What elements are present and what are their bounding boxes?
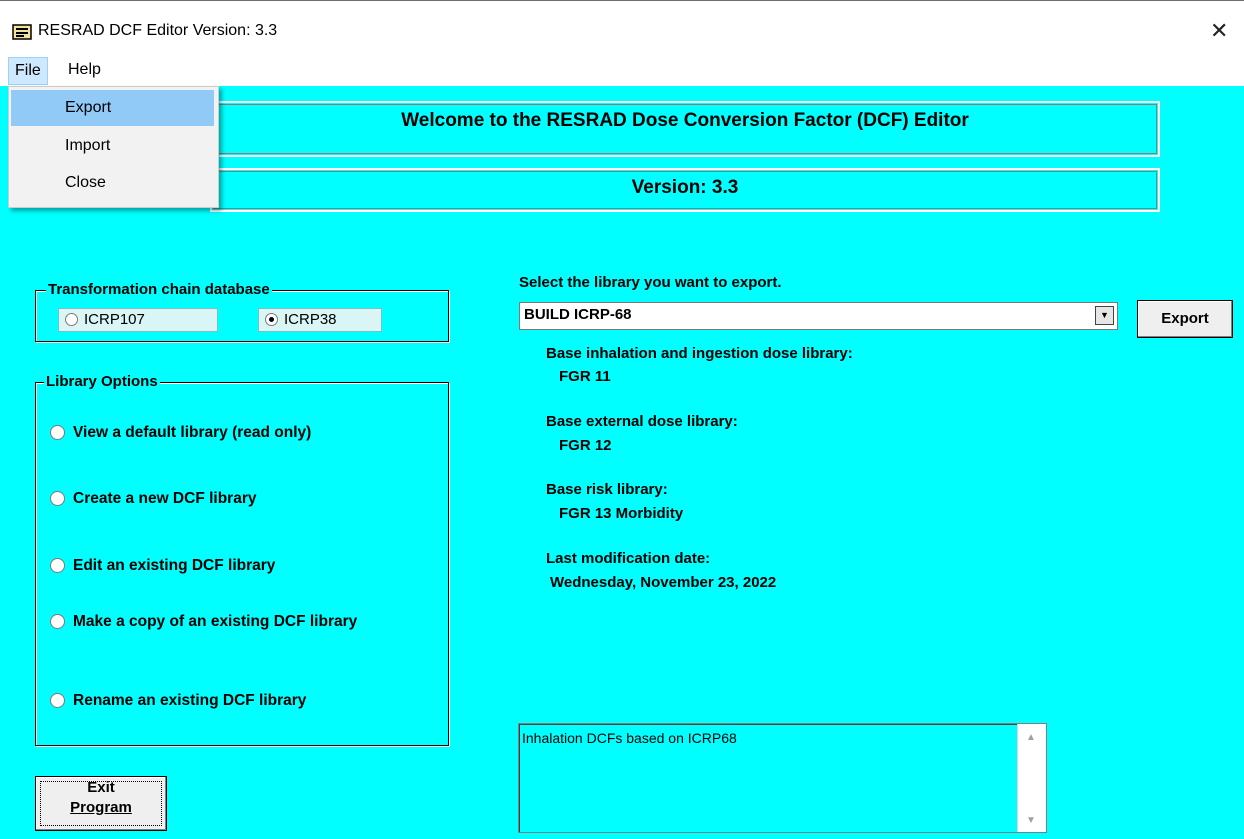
radio-icrp107-label: ICRP107 xyxy=(84,311,145,328)
radio-icrp107[interactable]: ICRP107 xyxy=(58,308,218,332)
welcome-banner: Welcome to the RESRAD Dose Conversion Fa… xyxy=(210,101,1160,157)
last-modification-value: Wednesday, November 23, 2022 xyxy=(550,574,777,591)
chevron-down-icon[interactable]: ▼ xyxy=(1095,306,1114,325)
option-rename-label: Rename an existing DCF library xyxy=(73,692,307,709)
radio-icon xyxy=(50,558,65,574)
radio-selected-icon xyxy=(265,312,278,326)
library-options-label: Library Options xyxy=(44,373,160,390)
menu-help[interactable]: Help xyxy=(62,56,107,84)
window-title: RESRAD DCF Editor Version: 3.3 xyxy=(38,22,278,39)
option-create-new[interactable]: Create a new DCF library xyxy=(50,490,256,508)
title-bar: RESRAD DCF Editor Version: 3.3 ✕ xyxy=(0,0,1244,57)
option-make-copy-label: Make a copy of an existing DCF library xyxy=(73,613,358,630)
chain-database-label: Transformation chain database xyxy=(46,281,272,298)
file-dropdown-menu: Export Import Close xyxy=(8,86,219,208)
radio-icon xyxy=(50,425,65,441)
option-view-default[interactable]: View a default library (read only) xyxy=(50,424,311,442)
radio-icon xyxy=(50,491,65,507)
menu-file[interactable]: File xyxy=(8,57,48,85)
menu-item-import[interactable]: Import xyxy=(11,128,214,164)
library-select-value: BUILD ICRP-68 xyxy=(524,306,632,323)
option-make-copy[interactable]: Make a copy of an existing DCF library xyxy=(50,613,400,630)
radio-icon xyxy=(65,312,78,326)
base-inhalation-value: FGR 11 xyxy=(559,368,611,385)
radio-icon xyxy=(50,614,65,629)
description-scrollbar[interactable]: ▲ ▼ xyxy=(1017,724,1046,832)
menu-item-close[interactable]: Close xyxy=(11,165,214,201)
base-risk-label: Base risk library: xyxy=(546,481,668,498)
base-risk-value: FGR 13 Morbidity xyxy=(559,505,684,522)
export-button[interactable]: Export xyxy=(1137,300,1233,338)
option-rename[interactable]: Rename an existing DCF library xyxy=(50,692,306,710)
last-modification-label: Last modification date: xyxy=(546,550,711,567)
library-description-text: Inhalation DCFs based on ICRP68 xyxy=(522,730,737,746)
exit-button-line2: Program xyxy=(70,799,132,816)
menu-item-export[interactable]: Export xyxy=(11,90,214,126)
radio-icrp38-label: ICRP38 xyxy=(284,311,337,328)
option-edit-existing[interactable]: Edit an existing DCF library xyxy=(50,557,275,575)
exit-program-button[interactable]: Exit Program xyxy=(35,776,167,831)
library-select[interactable]: BUILD ICRP-68 ▼ xyxy=(519,302,1118,330)
base-external-value: FGR 12 xyxy=(559,437,612,454)
app-icon xyxy=(12,24,32,40)
base-inhalation-label: Base inhalation and ingestion dose libra… xyxy=(546,345,853,362)
radio-icon xyxy=(50,693,65,709)
select-library-prompt: Select the library you want to export. xyxy=(519,274,782,291)
menu-bar: File Help xyxy=(0,56,1244,86)
version-banner: Version: 3.3 xyxy=(210,168,1160,212)
option-view-default-label: View a default library (read only) xyxy=(73,424,312,441)
option-edit-existing-label: Edit an existing DCF library xyxy=(73,557,276,574)
scroll-up-icon[interactable]: ▲ xyxy=(1026,732,1036,743)
base-external-label: Base external dose library: xyxy=(546,413,738,430)
option-create-new-label: Create a new DCF library xyxy=(73,490,257,507)
radio-icrp38[interactable]: ICRP38 xyxy=(258,308,382,332)
scroll-down-icon[interactable]: ▼ xyxy=(1026,815,1036,826)
exit-button-line1: Exit xyxy=(87,779,115,796)
close-icon[interactable]: ✕ xyxy=(1210,18,1228,44)
library-description-box[interactable]: Inhalation DCFs based on ICRP68 ▲ ▼ xyxy=(518,723,1047,833)
